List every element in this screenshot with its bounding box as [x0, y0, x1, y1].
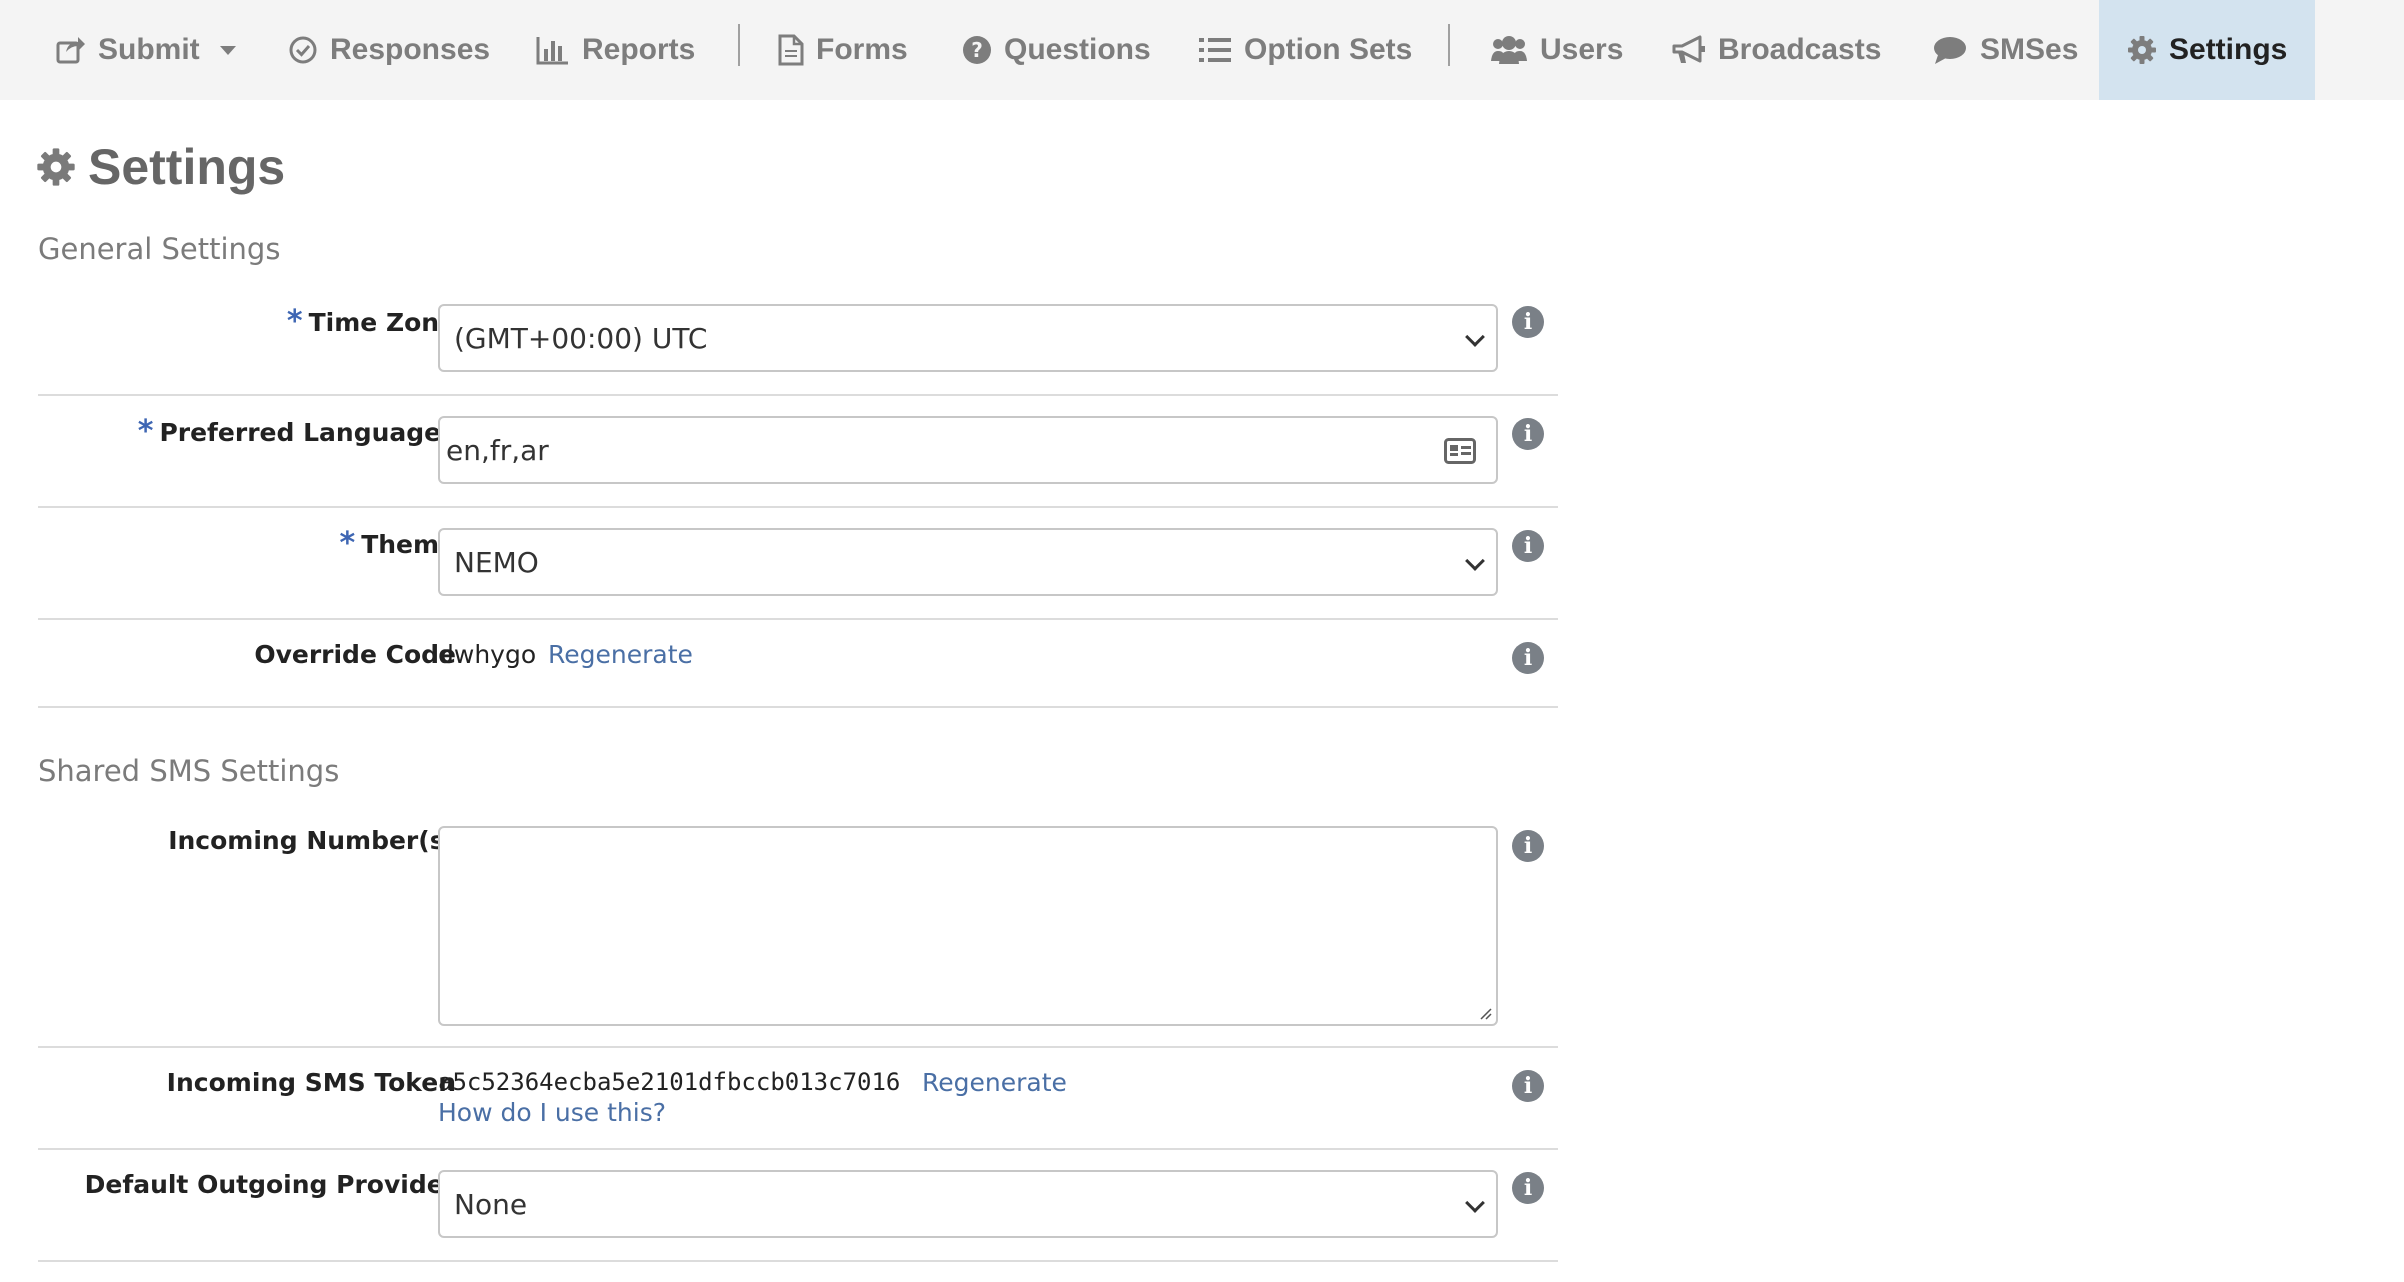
regenerate-override-code-link[interactable]: Regenerate — [548, 640, 693, 669]
nav-forms-label: Forms — [816, 33, 908, 66]
nav-reports-label: Reports — [582, 33, 696, 66]
info-icon[interactable]: i — [1512, 1172, 1544, 1204]
list-icon — [1199, 38, 1231, 62]
nav-smses[interactable]: SMSes — [1932, 0, 2078, 100]
nav-users[interactable]: Users — [1490, 0, 1623, 100]
override-code-value: dwhygo — [438, 640, 537, 669]
info-icon[interactable]: i — [1512, 530, 1544, 562]
file-icon — [778, 34, 804, 66]
nav-questions-label: Questions — [1004, 33, 1151, 66]
default-outgoing-provider-value: None — [454, 1187, 528, 1221]
override-code-row: Override Code dwhygo Regenerate i — [38, 620, 1558, 708]
gear-icon — [37, 148, 75, 186]
bullhorn-icon — [1672, 35, 1705, 63]
question-circle-icon: ? — [963, 36, 991, 64]
preferred-languages-input[interactable]: en,fr,ar — [438, 416, 1498, 484]
bar-chart-icon — [536, 37, 568, 65]
chevron-down-icon — [219, 45, 236, 55]
nav-option-sets-label: Option Sets — [1244, 33, 1413, 66]
nav-broadcasts[interactable]: Broadcasts — [1672, 0, 1881, 100]
incoming-sms-token-label: Incoming SMS Token — [166, 1068, 456, 1097]
nav-responses-label: Responses — [330, 33, 491, 66]
time-zone-value: (GMT+00:00) UTC — [454, 321, 708, 355]
info-icon[interactable]: i — [1512, 1070, 1544, 1102]
override-code-label: Override Code — [254, 640, 456, 669]
time-zone-select[interactable]: (GMT+00:00) UTC — [438, 304, 1498, 372]
nav-submit[interactable]: Submit — [56, 0, 236, 100]
general-settings-heading: General Settings — [38, 232, 281, 266]
nav-submit-label: Submit — [98, 33, 200, 66]
incoming-numbers-label: Incoming Number(s) — [168, 826, 456, 855]
theme-value: NEMO — [454, 545, 539, 579]
nav-settings-label: Settings — [2169, 33, 2288, 66]
chevron-down-icon — [1465, 327, 1485, 347]
incoming-sms-token-value: a5c52364ecba5e2101dfbccb013c7016 — [438, 1068, 901, 1096]
nav-smses-label: SMSes — [1980, 33, 2079, 66]
nav-users-label: Users — [1540, 33, 1624, 66]
page-title: Settings — [36, 138, 285, 196]
nav-separator — [1448, 24, 1450, 66]
check-circle-icon — [289, 36, 317, 64]
required-asterisk: * — [137, 414, 154, 449]
incoming-numbers-row: Incoming Number(s) i — [38, 812, 1558, 1048]
nav-broadcasts-label: Broadcasts — [1718, 33, 1882, 66]
incoming-sms-token-row: Incoming SMS Token a5c52364ecba5e2101dfb… — [38, 1048, 1558, 1150]
resize-handle-icon[interactable] — [1478, 1006, 1492, 1020]
nav-option-sets[interactable]: Option Sets — [1198, 0, 1412, 100]
svg-text:?: ? — [971, 38, 983, 62]
how-do-i-use-this-link[interactable]: How do I use this? — [438, 1098, 666, 1127]
default-outgoing-provider-label: Default Outgoing Provider — [84, 1170, 456, 1199]
info-icon[interactable]: i — [1512, 306, 1544, 338]
nav-forms[interactable]: Forms — [778, 0, 908, 100]
shared-sms-settings-heading: Shared SMS Settings — [38, 754, 340, 788]
preferred-languages-row: * Preferred Languages en,fr,ar i — [38, 396, 1558, 508]
info-icon[interactable]: i — [1512, 418, 1544, 450]
page-title-text: Settings — [88, 139, 286, 195]
nav-separator — [738, 24, 740, 66]
info-icon[interactable]: i — [1512, 830, 1544, 862]
incoming-numbers-textarea[interactable] — [438, 826, 1498, 1026]
regenerate-sms-token-link[interactable]: Regenerate — [922, 1068, 1067, 1097]
id-card-icon — [1444, 438, 1476, 464]
time-zone-label: * Time Zone — [286, 304, 456, 339]
preferred-languages-value: en,fr,ar — [446, 433, 549, 467]
preferred-languages-label: * Preferred Languages — [137, 414, 456, 449]
chevron-down-icon — [1465, 551, 1485, 571]
nav-reports[interactable]: Reports — [536, 0, 695, 100]
required-asterisk: * — [286, 304, 303, 339]
nav-questions[interactable]: ? Questions — [962, 0, 1151, 100]
nav-responses[interactable]: Responses — [288, 0, 490, 100]
info-icon[interactable]: i — [1512, 642, 1544, 674]
comment-icon — [1934, 37, 1966, 64]
default-outgoing-provider-row: Default Outgoing Provider None i — [38, 1150, 1558, 1262]
gear-icon — [2128, 36, 2156, 64]
time-zone-row: * Time Zone (GMT+00:00) UTC i — [38, 290, 1558, 396]
default-outgoing-provider-select[interactable]: None — [438, 1170, 1498, 1238]
required-asterisk: * — [339, 526, 356, 561]
nav-settings[interactable]: Settings — [2099, 0, 2316, 100]
theme-row: * Theme NEMO i — [38, 508, 1558, 620]
theme-select[interactable]: NEMO — [438, 528, 1498, 596]
share-icon — [56, 37, 85, 64]
chevron-down-icon — [1465, 1193, 1485, 1213]
users-icon — [1491, 36, 1527, 64]
top-navbar: Submit Responses Reports Forms ? Questio… — [0, 0, 2404, 100]
